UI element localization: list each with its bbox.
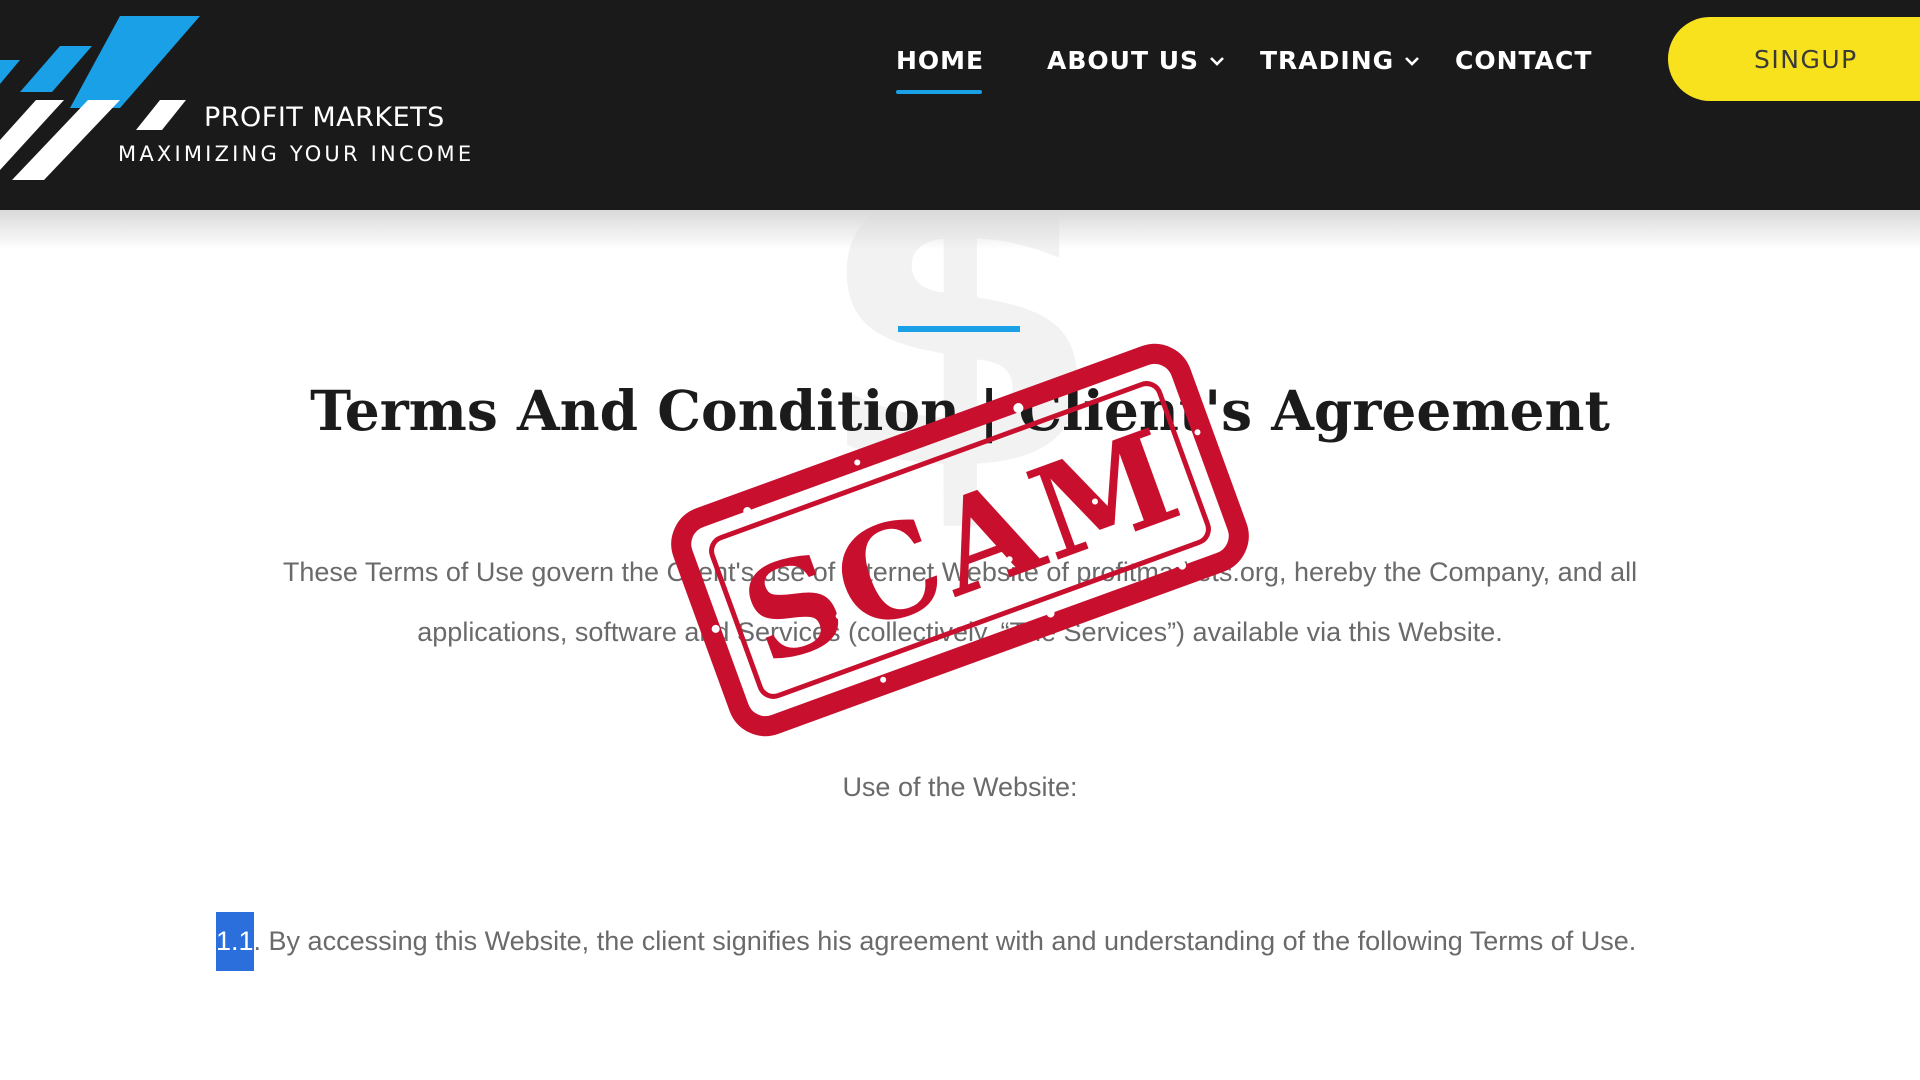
nav-item-trading[interactable]: TRADING [1260,40,1422,80]
nav-label-home: HOME [896,45,985,75]
chevron-down-icon [1210,57,1224,66]
brand-name[interactable]: PROFIT MARKETS [204,102,445,133]
nav-item-home[interactable]: HOME [896,40,984,80]
nav-active-indicator [896,90,982,94]
nav-label-trading: TRADING [1260,45,1395,75]
scam-stamp: SCAM [671,343,1249,737]
clause-number-selected[interactable]: 1.1 [216,912,254,971]
nav-item-about-us[interactable]: ABOUT US [1047,40,1227,80]
title-accent-bar [898,326,1020,332]
clause-1-1: 1.1. By accessing this Website, the clie… [216,912,1636,971]
nav-label-about-us: ABOUT US [1047,45,1200,75]
site-header: PROFIT MARKETS MAXIMIZING YOUR INCOME HO… [0,0,1920,210]
chevron-down-icon [1405,57,1420,66]
nav-label-contact: CONTACT [1455,45,1593,75]
page: PROFIT MARKETS MAXIMIZING YOUR INCOME HO… [0,0,1920,1080]
nav-item-contact[interactable]: CONTACT [1455,40,1592,80]
signup-button[interactable]: SINGUP [1668,17,1920,101]
clause-text: . By accessing this Website, the client … [253,926,1637,956]
header-shadow [0,210,1920,250]
brand-tagline: MAXIMIZING YOUR INCOME [118,142,475,166]
section-heading: Use of the Website: [842,772,1078,802]
